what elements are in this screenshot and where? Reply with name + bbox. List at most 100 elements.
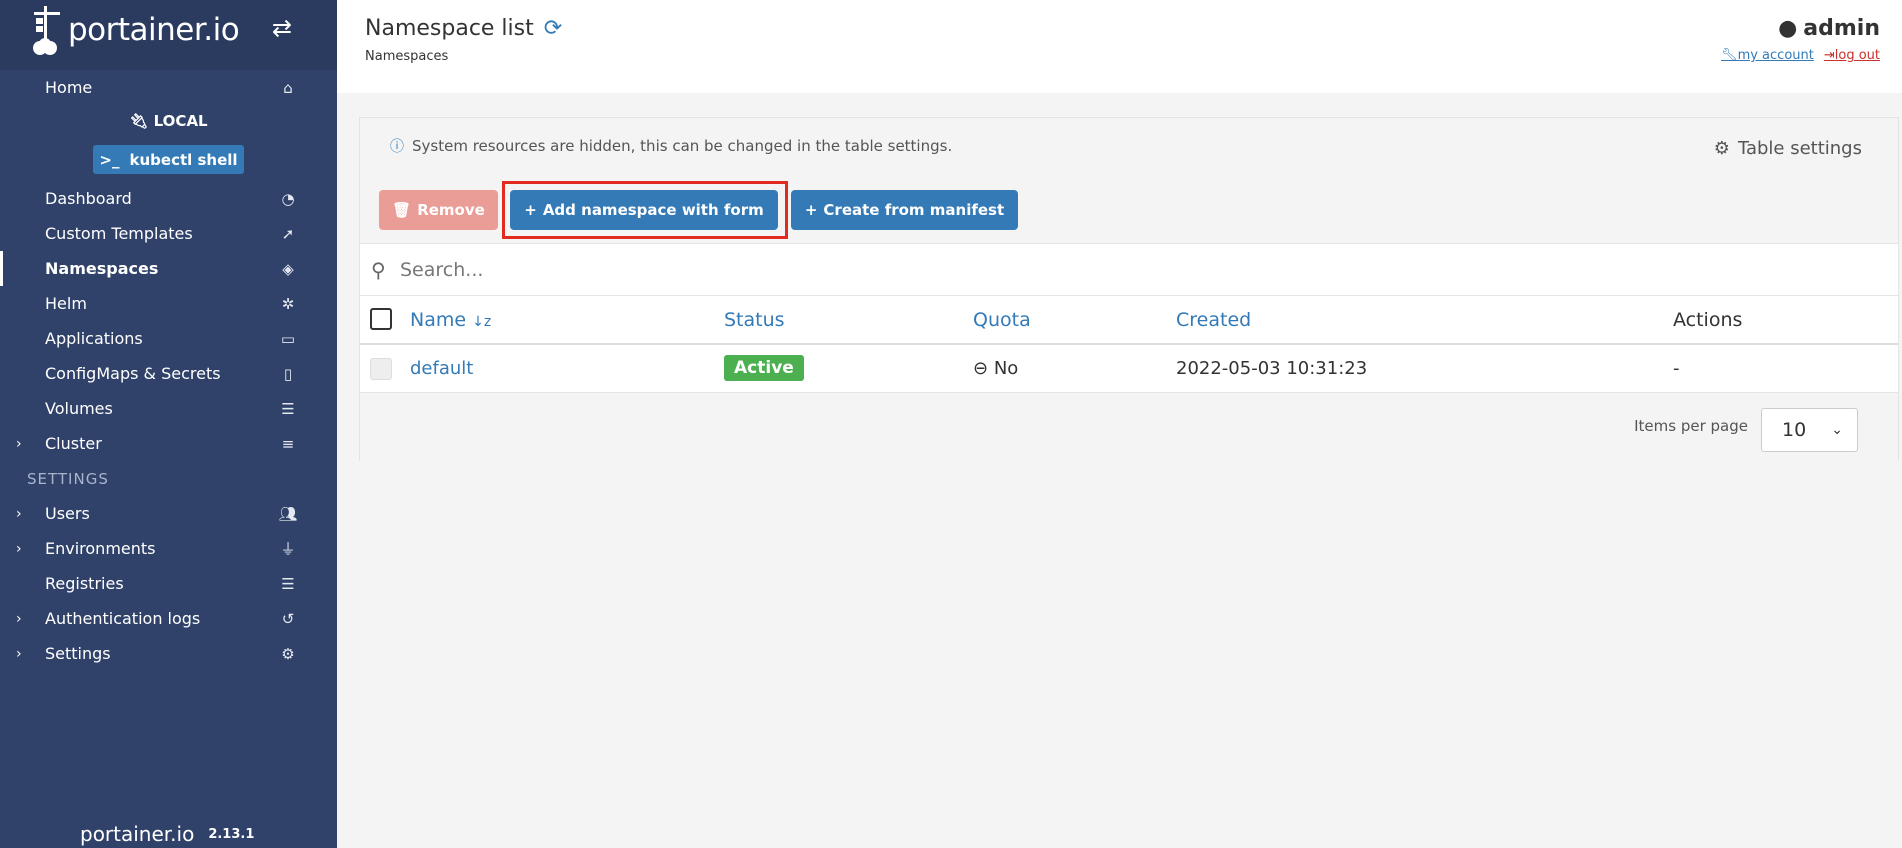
table-settings-button[interactable]: ⚙ Table settings bbox=[1714, 138, 1862, 159]
plug-icon: 🔌︎ bbox=[129, 112, 149, 130]
sidebar-footer: portainer.io 2.13.1 bbox=[80, 822, 254, 846]
database-icon: ☰ bbox=[281, 399, 295, 418]
sidebar-item-cluster[interactable]: › Cluster ≡ bbox=[0, 426, 337, 461]
sidebar-item-label: Cluster bbox=[45, 434, 102, 453]
history-icon: ↺ bbox=[281, 609, 295, 628]
sidebar-item-label: Authentication logs bbox=[45, 609, 201, 628]
info-circle-icon: ⓘ bbox=[390, 139, 404, 155]
swap-icon[interactable]: ⇄ bbox=[272, 14, 292, 42]
footer-logo: portainer.io bbox=[80, 822, 195, 846]
portainer-crane-icon bbox=[33, 6, 60, 55]
sidebar-item-settings[interactable]: › Settings ⚙ bbox=[0, 636, 337, 671]
remove-button[interactable]: 🗑︎ Remove bbox=[379, 190, 498, 230]
terminal-icon: >_ bbox=[99, 150, 120, 169]
sidebar-item-label: Dashboard bbox=[45, 189, 132, 208]
my-account-link[interactable]: 🔧︎my account bbox=[1721, 48, 1814, 63]
kubectl-shell-button[interactable]: >_ kubectl shell bbox=[93, 145, 244, 174]
sidebar-item-environments[interactable]: › Environments ⏚ bbox=[0, 531, 337, 566]
items-per-page-label: Items per page bbox=[1634, 417, 1748, 435]
sidebar-item-label: Applications bbox=[45, 329, 143, 348]
plug-icon: ⏚ bbox=[280, 540, 296, 558]
sidebar-item-namespaces[interactable]: Namespaces ◈ bbox=[0, 251, 337, 286]
search-icon: ⚲ bbox=[371, 258, 386, 282]
helm-icon: ✲ bbox=[281, 294, 295, 313]
sidebar-item-label: Users bbox=[45, 504, 90, 523]
sidebar-item-custom-templates[interactable]: Custom Templates ➚ bbox=[0, 216, 337, 251]
sidebar-item-configmaps[interactable]: ConfigMaps & Secrets ▯ bbox=[0, 356, 337, 391]
add-namespace-with-form-button[interactable]: + Add namespace with form bbox=[510, 190, 778, 230]
row-checkbox bbox=[370, 358, 392, 380]
user-menu: ● admin bbox=[1778, 16, 1880, 41]
settings-section-title: SETTINGS bbox=[27, 470, 109, 488]
file-code-icon: ▯ bbox=[283, 364, 293, 383]
column-header-status[interactable]: Status bbox=[724, 309, 785, 331]
plus-icon: + bbox=[804, 201, 818, 219]
wrench-icon: 🔧︎ bbox=[1721, 48, 1738, 63]
namespace-name-link[interactable]: default bbox=[410, 358, 473, 379]
database-icon: ☰ bbox=[281, 574, 295, 593]
user-links: 🔧︎my account ⇥log out bbox=[1721, 48, 1880, 63]
gear-icon: ⚙ bbox=[1713, 138, 1730, 159]
namespace-table-widget: ⓘ System resources are hidden, this can … bbox=[359, 117, 1899, 461]
page-header: Namespace list ⟳ Namespaces ● admin 🔧︎my… bbox=[337, 0, 1902, 93]
sidebar: portainer.io ⇄ Home ⌂ 🔌︎ LOCAL >_ kubect… bbox=[0, 0, 337, 848]
sidebar-item-label: Helm bbox=[45, 294, 87, 313]
sidebar-item-users[interactable]: › Users 👥︎ bbox=[0, 496, 337, 531]
portainer-logo[interactable]: portainer.io bbox=[30, 4, 240, 56]
sign-out-icon: ⇥ bbox=[1823, 48, 1835, 63]
column-header-quota[interactable]: Quota bbox=[973, 309, 1031, 331]
users-icon: 👥︎ bbox=[278, 504, 298, 523]
home-icon: ⌂ bbox=[283, 78, 293, 97]
sidebar-item-helm[interactable]: Helm ✲ bbox=[0, 286, 337, 321]
sidebar-item-registries[interactable]: Registries ☰ bbox=[0, 566, 337, 601]
layers-icon: ◈ bbox=[282, 259, 294, 278]
sidebar-item-volumes[interactable]: Volumes ☰ bbox=[0, 391, 337, 426]
server-icon: ≡ bbox=[281, 434, 295, 453]
sidebar-item-label: Environments bbox=[45, 539, 156, 558]
chevron-right-icon: › bbox=[16, 610, 22, 627]
log-out-link[interactable]: ⇥log out bbox=[1824, 48, 1880, 63]
sidebar-item-dashboard[interactable]: Dashboard ◔ bbox=[0, 181, 337, 216]
search-row: ⚲ bbox=[360, 244, 1898, 296]
created-value: 2022-05-03 10:31:23 bbox=[1176, 358, 1368, 379]
cogs-icon: ⚙ bbox=[281, 644, 295, 663]
select-all-checkbox[interactable] bbox=[370, 308, 392, 330]
system-resources-info: ⓘ System resources are hidden, this can … bbox=[390, 137, 953, 155]
user-circle-icon: ● bbox=[1778, 16, 1798, 41]
column-header-actions: Actions bbox=[1673, 309, 1743, 331]
sidebar-item-label: Namespaces bbox=[45, 259, 159, 278]
sidebar-header: portainer.io ⇄ bbox=[0, 0, 337, 70]
refresh-icon[interactable]: ⟳ bbox=[544, 16, 562, 41]
toggle-off-icon: ⊖ bbox=[973, 358, 989, 379]
table-header: Name ↓z Status Quota Created Actions bbox=[360, 296, 1898, 345]
tachometer-icon: ◔ bbox=[281, 189, 295, 208]
chevron-down-icon: ⌄ bbox=[1831, 422, 1843, 438]
sidebar-item-label: Home bbox=[45, 78, 93, 97]
search-input[interactable] bbox=[400, 254, 1800, 286]
chevron-right-icon: › bbox=[16, 645, 22, 662]
sidebar-item-applications[interactable]: Applications ▭ bbox=[0, 321, 337, 356]
logo-text: portainer.io bbox=[68, 12, 240, 48]
quota-value: ⊖ No bbox=[973, 358, 1019, 379]
username: admin bbox=[1803, 16, 1880, 41]
table-row: default Active ⊖ No 2022-05-03 10:31:23 … bbox=[360, 345, 1898, 393]
breadcrumb: Namespaces bbox=[365, 49, 449, 64]
sidebar-item-authentication-logs[interactable]: › Authentication logs ↺ bbox=[0, 601, 337, 636]
sidebar-item-label: Settings bbox=[45, 644, 111, 663]
info-bar: ⓘ System resources are hidden, this can … bbox=[360, 118, 1898, 178]
actions-value: - bbox=[1673, 358, 1680, 379]
version-label: 2.13.1 bbox=[208, 826, 255, 842]
sidebar-item-home[interactable]: Home ⌂ bbox=[0, 70, 337, 105]
items-per-page-select[interactable]: 10 ⌄ bbox=[1761, 408, 1858, 452]
rocket-icon: ➚ bbox=[281, 224, 295, 243]
column-header-created[interactable]: Created bbox=[1176, 309, 1251, 331]
laptop-code-icon: ▭ bbox=[280, 329, 296, 348]
status-badge: Active bbox=[724, 355, 804, 381]
sidebar-item-label: ConfigMaps & Secrets bbox=[45, 364, 221, 383]
page-title: Namespace list ⟳ bbox=[365, 16, 563, 41]
column-header-name[interactable]: Name ↓z bbox=[410, 309, 491, 331]
chevron-right-icon: › bbox=[16, 540, 22, 557]
table-footer: Items per page 10 ⌄ bbox=[360, 393, 1898, 461]
environment-name: 🔌︎ LOCAL bbox=[129, 112, 208, 130]
create-from-manifest-button[interactable]: + Create from manifest bbox=[791, 190, 1018, 230]
